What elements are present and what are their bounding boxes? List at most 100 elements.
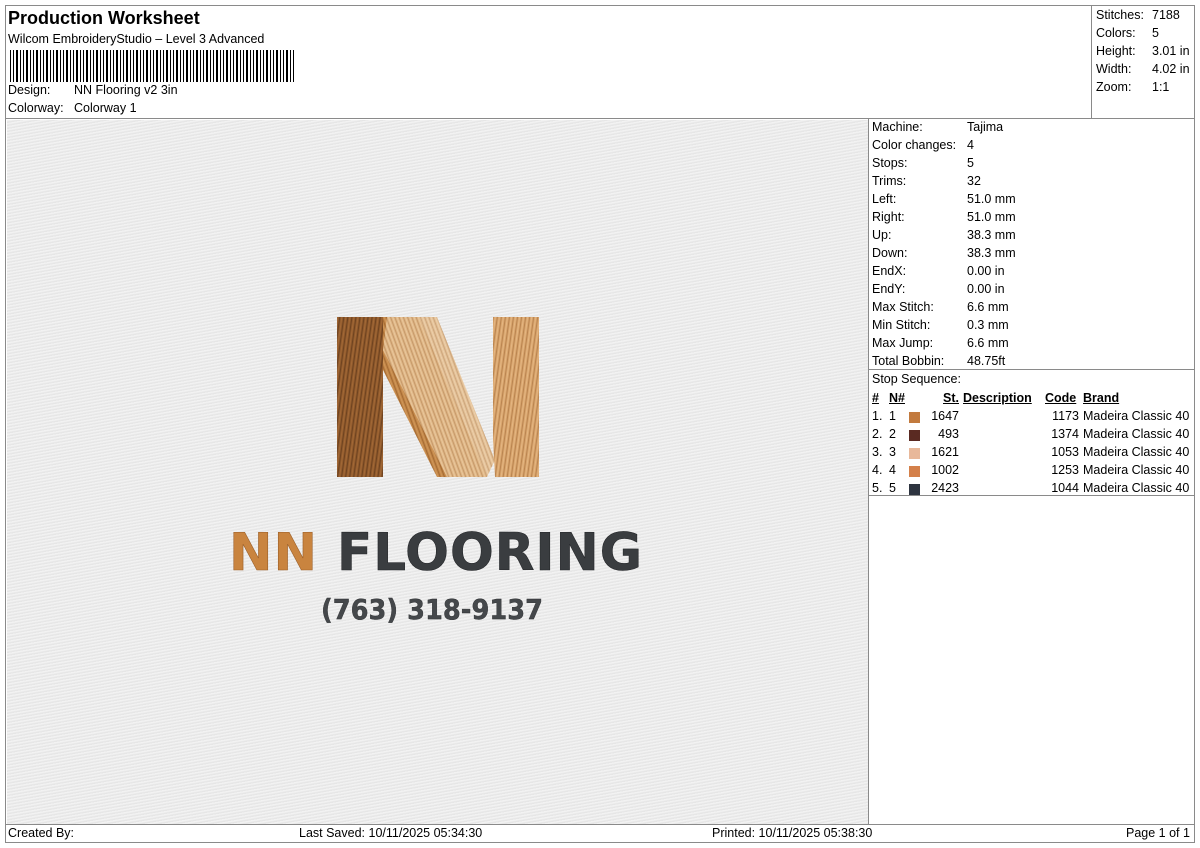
cell-num: 4. bbox=[872, 463, 883, 477]
barcode-bar bbox=[203, 50, 204, 82]
cell-n: 1 bbox=[889, 409, 896, 423]
barcode-bar bbox=[193, 50, 194, 82]
barcode-bar bbox=[90, 50, 91, 82]
n-left-stem bbox=[337, 317, 383, 477]
machine-label: Stops: bbox=[872, 156, 908, 170]
cell-num: 5. bbox=[872, 481, 883, 495]
cell-code: 1053 bbox=[1051, 445, 1079, 459]
cell-brand: Madeira Classic 40 bbox=[1083, 427, 1190, 441]
table-row: 4. 4 1002 1253 Madeira Classic 40 bbox=[872, 461, 1189, 479]
barcode-bar bbox=[266, 50, 268, 82]
barcode-bar bbox=[60, 50, 61, 82]
footer-created-by: Created By: bbox=[8, 826, 75, 840]
machine-row: Right: 51.0 mm bbox=[872, 209, 1192, 227]
design-preview: NN FLOORING (763) 318-9137 bbox=[7, 120, 868, 824]
machine-row: EndY: 0.00 in bbox=[872, 281, 1192, 299]
summary-row: Width: 4.02 in bbox=[1096, 61, 1196, 79]
barcode-bar bbox=[263, 50, 264, 82]
colorway-label: Colorway: bbox=[8, 101, 64, 115]
barcode-bar bbox=[50, 50, 51, 82]
cell-brand: Madeira Classic 40 bbox=[1083, 445, 1190, 459]
logo-word-nn: NN bbox=[229, 523, 318, 583]
machine-row: Stops: 5 bbox=[872, 155, 1192, 173]
barcode-bar bbox=[26, 50, 28, 82]
barcode-bar bbox=[293, 50, 294, 82]
thread-color-swatch bbox=[909, 412, 920, 423]
cell-num: 1. bbox=[872, 409, 883, 423]
software-subtitle: Wilcom EmbroideryStudio – Level 3 Advanc… bbox=[8, 32, 265, 46]
machine-value: 51.0 mm bbox=[967, 210, 1016, 224]
barcode-bar bbox=[256, 50, 258, 82]
summary-value: 1:1 bbox=[1152, 80, 1170, 94]
machine-value: 48.75ft bbox=[967, 354, 1006, 368]
stitch-count: 2423 bbox=[931, 481, 959, 495]
machine-label: Down: bbox=[872, 246, 908, 260]
footer-printed: Printed: 10/11/2025 05:38:30 bbox=[712, 826, 873, 840]
phone-number: (763) 318-9137 bbox=[321, 593, 543, 626]
machine-value: 6.6 mm bbox=[967, 300, 1009, 314]
barcode-bar bbox=[270, 50, 271, 82]
barcode-bar bbox=[70, 50, 71, 82]
barcode-bar bbox=[116, 50, 118, 82]
barcode-bar bbox=[53, 50, 54, 82]
footer-last-saved: Last Saved: 10/11/2025 05:34:30 bbox=[299, 826, 483, 840]
colorway-row: Colorway: Colorway 1 bbox=[8, 101, 137, 115]
barcode-bar bbox=[236, 50, 238, 82]
cell-num: 3. bbox=[872, 445, 883, 459]
barcode-bar bbox=[66, 50, 68, 82]
barcode-bar bbox=[13, 50, 14, 82]
barcode-bar bbox=[280, 50, 281, 82]
table-header-row: # N# St. Description Code Brand bbox=[872, 389, 1189, 407]
stitch-count: 493 bbox=[938, 427, 959, 441]
barcode-bar bbox=[43, 50, 44, 82]
barcode-bar bbox=[30, 50, 31, 82]
cell-st: 1621 bbox=[909, 443, 963, 461]
barcode-bar bbox=[63, 50, 64, 82]
barcode-bar bbox=[136, 50, 138, 82]
worksheet-header: Production Worksheet Wilcom EmbroiderySt… bbox=[6, 6, 1091, 118]
barcode-bar bbox=[40, 50, 41, 82]
machine-label: Color changes: bbox=[872, 138, 957, 152]
machine-row: EndX: 0.00 in bbox=[872, 263, 1192, 281]
cell-brand: Madeira Classic 40 bbox=[1083, 481, 1190, 495]
machine-value: 5 bbox=[967, 156, 974, 170]
n-logo-mark bbox=[337, 317, 539, 477]
barcode-bar bbox=[283, 50, 284, 82]
machine-label: EndY: bbox=[872, 282, 906, 296]
machine-row: Machine: Tajima bbox=[872, 119, 1192, 137]
barcode bbox=[10, 50, 294, 82]
machine-row: Left: 51.0 mm bbox=[872, 191, 1192, 209]
machine-row: Total Bobbin: 48.75ft bbox=[872, 353, 1192, 371]
cell-code: 1253 bbox=[1051, 463, 1079, 477]
machine-value: 0.00 in bbox=[967, 282, 1005, 296]
cell-n: 2 bbox=[889, 427, 896, 441]
cell-description bbox=[963, 443, 1045, 461]
barcode-bar bbox=[286, 50, 288, 82]
col-header-brand: Brand bbox=[1083, 391, 1120, 405]
barcode-bar bbox=[126, 50, 128, 82]
barcode-bar bbox=[223, 50, 224, 82]
machine-label: Min Stitch: bbox=[872, 318, 931, 332]
machine-label: Right: bbox=[872, 210, 905, 224]
cell-st: 2423 bbox=[909, 479, 963, 497]
summary-row: Stitches: 7188 bbox=[1096, 7, 1196, 25]
barcode-bar bbox=[143, 50, 144, 82]
barcode-bar bbox=[133, 50, 134, 82]
barcode-bar bbox=[150, 50, 151, 82]
thread-color-swatch bbox=[909, 430, 920, 441]
summary-label: Colors: bbox=[1096, 26, 1136, 40]
summary-row: Height: 3.01 in bbox=[1096, 43, 1196, 61]
stop-sequence-label: Stop Sequence: bbox=[872, 372, 961, 386]
cell-st: 1647 bbox=[909, 407, 963, 425]
cell-n: 3 bbox=[889, 445, 896, 459]
barcode-bar bbox=[80, 50, 81, 82]
cell-n: 5 bbox=[889, 481, 896, 495]
col-header-n: N# bbox=[889, 391, 905, 405]
machine-value: 0.3 mm bbox=[967, 318, 1009, 332]
footer-line bbox=[6, 824, 1195, 825]
barcode-bar bbox=[56, 50, 58, 82]
barcode-bar bbox=[96, 50, 98, 82]
barcode-bar bbox=[160, 50, 161, 82]
cell-brand: Madeira Classic 40 bbox=[1083, 409, 1190, 423]
machine-label: Left: bbox=[872, 192, 897, 206]
